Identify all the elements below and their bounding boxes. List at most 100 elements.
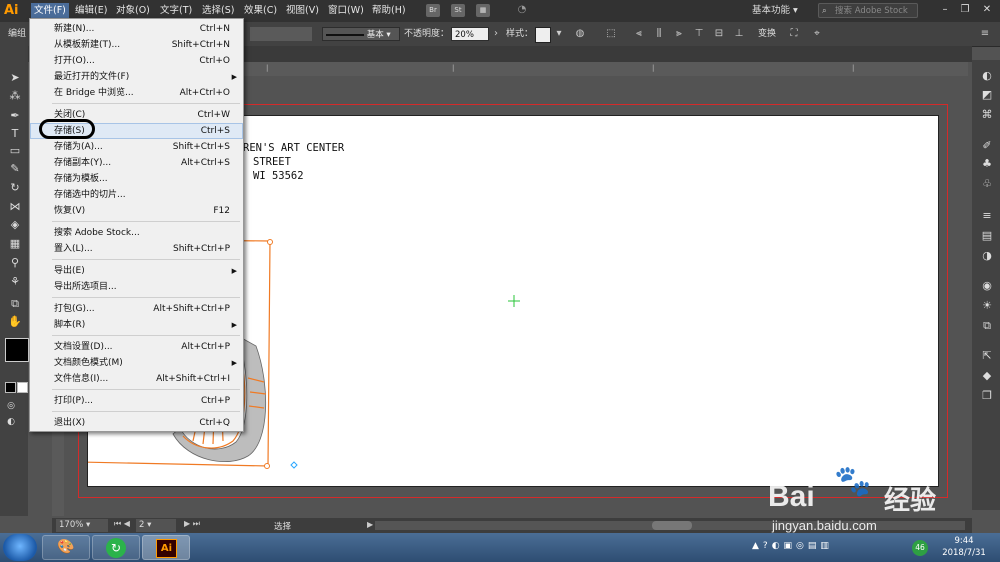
symbols-alt-icon[interactable]: ♧ [979, 176, 995, 192]
brushes-icon[interactable]: ✐ [979, 138, 995, 154]
align-top-icon[interactable]: ⊤ [692, 27, 706, 41]
transparency-panel-icon[interactable]: ◑ [979, 248, 995, 264]
menu-help[interactable]: 帮助(H) [369, 3, 409, 19]
symbol-sprayer-tool-icon[interactable]: ⚘ [6, 274, 24, 290]
magic-wand-tool-icon[interactable]: ⁂ [6, 88, 24, 104]
align-to-icon[interactable]: ⬚ [604, 27, 618, 41]
width-tool-icon[interactable]: ⋈ [6, 199, 24, 215]
menu-item-new[interactable]: 新建(N)... Ctrl+N [30, 21, 243, 37]
stroke-panel-icon[interactable]: ≡ [979, 208, 995, 224]
status-menu-icon[interactable]: ▶ [367, 520, 373, 529]
menu-item-document-color-mode[interactable]: 文档颜色模式(M) ▶ [30, 355, 243, 371]
eyedropper-tool-icon[interactable]: ⚲ [6, 255, 24, 271]
menu-item-open-recent[interactable]: 最近打开的文件(F) ▶ [30, 69, 243, 85]
libraries-icon[interactable]: ⌘ [979, 107, 995, 123]
default-colors-icon[interactable] [5, 382, 16, 393]
menu-item-export-selection[interactable]: 导出所选项目... [30, 279, 243, 295]
appearance-panel-icon[interactable]: ◉ [979, 278, 995, 294]
gpu-performance-icon[interactable]: ◔ [515, 3, 529, 17]
next-artboard-icon[interactable]: ▶ ⏭ [184, 519, 200, 529]
gradient-panel-icon[interactable]: ▤ [979, 228, 995, 244]
restore-icon[interactable]: ❐ [958, 3, 972, 17]
menu-item-document-setup[interactable]: 文档设置(D)... Alt+Ctrl+P [30, 339, 243, 355]
stock-button[interactable]: St [451, 4, 465, 17]
opacity-dropdown-icon[interactable]: › [489, 27, 503, 41]
opacity-input[interactable]: 20% [451, 27, 489, 41]
panel-menu-icon[interactable]: ≡ [978, 27, 992, 41]
fill-color-swatch[interactable] [5, 338, 29, 362]
mesh-tool-icon[interactable]: ▦ [6, 236, 24, 252]
menu-item-package[interactable]: 打包(G)... Alt+Shift+Ctrl+P [30, 301, 243, 317]
taskbar-illustrator-app[interactable]: Ai [142, 535, 190, 560]
transform-button[interactable]: 变换 [758, 27, 776, 41]
paintbrush-tool-icon[interactable]: ✎ [6, 161, 24, 177]
menu-item-save-as[interactable]: 存储为(A)... Shift+Ctrl+S [30, 139, 243, 155]
bridge-button[interactable]: Br [426, 4, 440, 17]
workspace-switcher[interactable]: 基本功能 ▾ [752, 3, 798, 19]
pen-tool-icon[interactable]: ✒ [6, 108, 24, 124]
menu-object[interactable]: 对象(O) [113, 3, 153, 19]
minimize-icon[interactable]: – [938, 3, 952, 17]
tray-badge[interactable]: 46 [912, 540, 928, 556]
menu-item-place[interactable]: 置入(L)... Shift+Ctrl+P [30, 241, 243, 257]
menu-edit[interactable]: 编辑(E) [72, 3, 110, 19]
type-tool-icon[interactable]: T [6, 126, 24, 142]
artboard-tool-icon[interactable]: ⧉ [6, 296, 24, 312]
start-button[interactable] [3, 534, 37, 561]
rotate-tool-icon[interactable]: ↻ [6, 180, 24, 196]
menu-item-open[interactable]: 打开(O)... Ctrl+O [30, 53, 243, 69]
color-panel-icon[interactable]: ◐ [979, 68, 995, 84]
align-center-icon[interactable]: ⫼ [652, 27, 666, 41]
menu-item-export[interactable]: 导出(E) ▶ [30, 263, 243, 279]
scrollbar-thumb[interactable] [652, 521, 692, 530]
menu-item-save-selected-slices[interactable]: 存储选中的切片... [30, 187, 243, 203]
transform-icon[interactable]: ⛶ [787, 27, 801, 41]
layers-panel-icon[interactable]: ◆ [979, 368, 995, 384]
none-color-icon[interactable] [17, 382, 28, 393]
stock-search-input[interactable]: ⌕ 搜索 Adobe Stock [818, 3, 918, 18]
system-clock[interactable]: 9:44 2018/7/31 [938, 535, 990, 559]
artboards-panel-icon[interactable]: ❐ [979, 388, 995, 404]
menu-window[interactable]: 窗口(W) [325, 3, 367, 19]
menu-item-browse-bridge[interactable]: 在 Bridge 中浏览... Alt+Ctrl+O [30, 85, 243, 101]
taskbar-paint-app[interactable]: 🎨 [42, 535, 90, 560]
align-middle-icon[interactable]: ⊟ [712, 27, 726, 41]
menu-item-save-copy[interactable]: 存储副本(Y)... Alt+Ctrl+S [30, 155, 243, 171]
menu-item-scripts[interactable]: 脚本(R) ▶ [30, 317, 243, 333]
menu-item-search-stock[interactable]: 搜索 Adobe Stock... [30, 225, 243, 241]
draw-mode-icon[interactable]: ◎ ◐ [2, 398, 20, 427]
graphic-style-dropdown-icon[interactable]: ▾ [552, 27, 566, 41]
shape-builder-tool-icon[interactable]: ◈ [6, 217, 24, 233]
menu-item-save-as-template[interactable]: 存储为模板... [30, 171, 243, 187]
close-icon[interactable]: ✕ [980, 3, 994, 17]
menu-type[interactable]: 文字(T) [157, 3, 195, 19]
menu-file[interactable]: 文件(F) [31, 3, 69, 19]
align-panel-icon[interactable]: ⧉ [979, 318, 995, 334]
isolate-group-icon[interactable]: ⌖ [810, 27, 824, 41]
graphic-style-swatch[interactable] [535, 27, 551, 43]
artboard-select[interactable]: 2 ▾ [136, 519, 176, 532]
selection-tool-icon[interactable]: ➤ [6, 70, 24, 86]
menu-view[interactable]: 视图(V) [283, 3, 322, 19]
graphic-styles-icon[interactable]: ☀ [979, 298, 995, 314]
taskbar-browser-app[interactable]: ↻ [92, 535, 140, 560]
align-right-icon[interactable]: ⫸ [672, 27, 686, 41]
align-left-icon[interactable]: ⫷ [632, 27, 646, 41]
menu-item-revert[interactable]: 恢复(V) F12 [30, 203, 243, 219]
rectangle-tool-icon[interactable]: ▭ [6, 143, 24, 159]
first-artboard-icon[interactable]: ⏮ ◀ [114, 519, 130, 529]
stroke-profile-select[interactable]: 基本 ▾ [322, 27, 400, 41]
menu-item-exit[interactable]: 退出(X) Ctrl+Q [30, 415, 243, 431]
zoom-select[interactable]: 170% ▾ [56, 519, 108, 532]
menu-item-print[interactable]: 打印(P)... Ctrl+P [30, 393, 243, 409]
transform-panel-icon[interactable]: ⇱ [979, 348, 995, 364]
menu-select[interactable]: 选择(S) [199, 3, 237, 19]
menu-item-new-from-template[interactable]: 从模板新建(T)... Shift+Ctrl+N [30, 37, 243, 53]
recolor-artwork-icon[interactable]: ◍ [573, 27, 587, 41]
hand-tool-icon[interactable]: ✋ [6, 314, 24, 330]
color-guide-icon[interactable]: ◩ [979, 87, 995, 103]
menu-effect[interactable]: 效果(C) [241, 3, 280, 19]
arrange-documents-icon[interactable]: ▦ [476, 4, 490, 17]
system-tray-icons[interactable]: ▲?◐▣◎▤▥ [752, 541, 833, 551]
align-bottom-icon[interactable]: ⊥ [732, 27, 746, 41]
